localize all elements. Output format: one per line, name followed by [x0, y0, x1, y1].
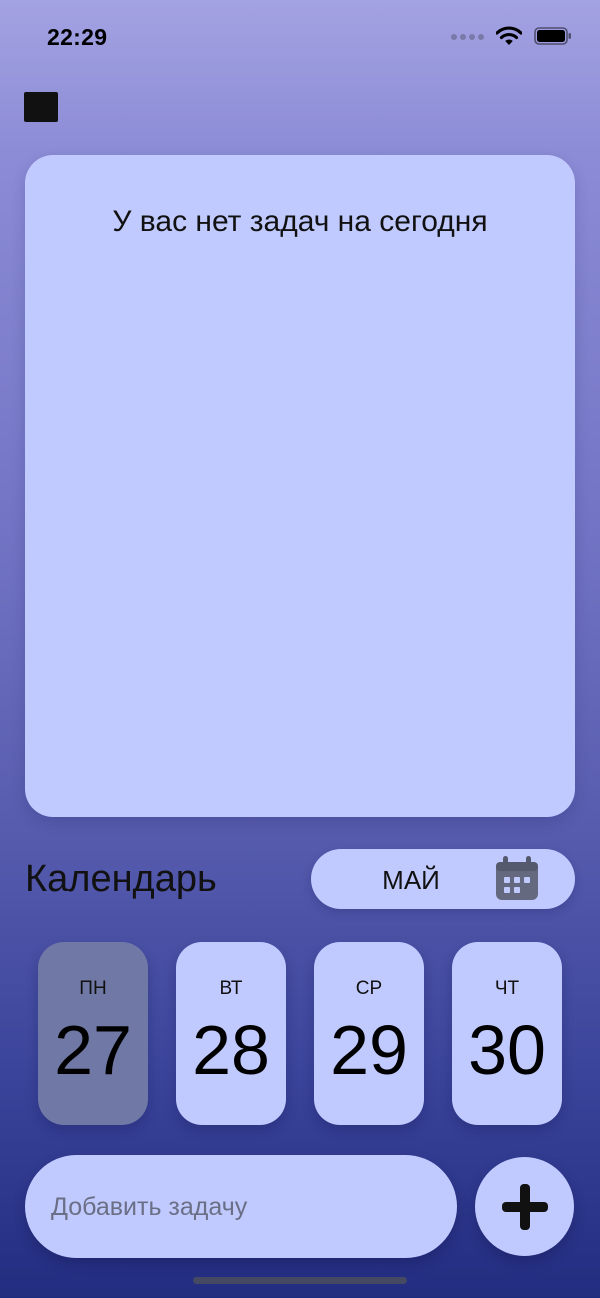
day-number: 27 [54, 1011, 132, 1089]
home-indicator [193, 1277, 407, 1284]
add-task-field[interactable] [25, 1155, 457, 1258]
add-task-button[interactable] [475, 1157, 574, 1256]
day-weekday: СР [355, 978, 383, 999]
day-card-mon[interactable]: ПН 27 [38, 942, 148, 1125]
day-card-tue[interactable]: ВТ 28 [176, 942, 286, 1125]
calendar-icon [492, 856, 542, 902]
day-weekday: ВТ [219, 978, 243, 999]
add-task-input[interactable] [49, 1185, 433, 1229]
status-time: 22:29 [47, 24, 108, 50]
task-list-card: У вас нет задач на сегодня [25, 155, 575, 817]
empty-tasks-message: У вас нет задач на сегодня [112, 205, 488, 238]
wifi-icon [495, 25, 523, 51]
battery-icon [534, 26, 572, 50]
month-selector-button[interactable]: МАЙ [311, 849, 575, 909]
menu-icon [24, 92, 58, 122]
menu-button[interactable] [24, 92, 58, 122]
plus-icon [502, 1184, 548, 1230]
day-weekday: ЧТ [494, 978, 520, 999]
day-card-wed[interactable]: СР 29 [314, 942, 424, 1125]
day-weekday: ПН [79, 978, 107, 999]
signal-icon [450, 29, 484, 47]
day-number: 29 [330, 1011, 408, 1089]
calendar-title: Календарь [25, 858, 217, 900]
month-label: МАЙ [382, 865, 440, 895]
status-icons [450, 25, 572, 51]
day-number: 30 [468, 1011, 546, 1089]
day-card-thu[interactable]: ЧТ 30 [452, 942, 562, 1125]
day-number: 28 [192, 1011, 270, 1089]
